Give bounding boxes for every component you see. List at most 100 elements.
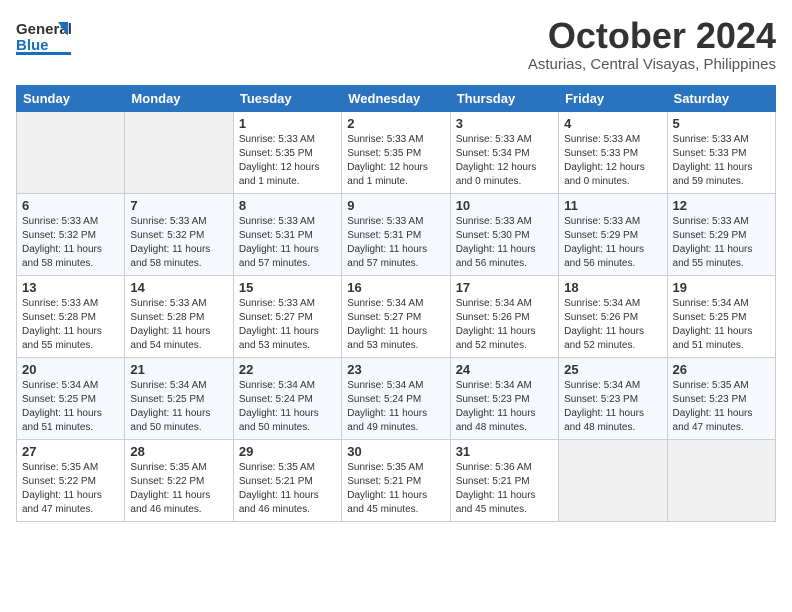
table-row: 19Sunrise: 5:34 AM Sunset: 5:25 PM Dayli… bbox=[667, 275, 775, 357]
day-number: 17 bbox=[456, 280, 553, 295]
calendar-table: Sunday Monday Tuesday Wednesday Thursday… bbox=[16, 85, 776, 522]
table-row: 6Sunrise: 5:33 AM Sunset: 5:32 PM Daylig… bbox=[17, 193, 125, 275]
day-number: 24 bbox=[456, 362, 553, 377]
day-number: 27 bbox=[22, 444, 119, 459]
table-row: 7 Sunrise: 5:33 AM Sunset: 5:32 PM Daylig… bbox=[125, 193, 233, 275]
table-row bbox=[667, 439, 775, 521]
day-number: 20 bbox=[22, 362, 119, 377]
col-monday: Monday bbox=[125, 85, 233, 111]
day-info: Sunrise: 5:33 AM Sunset: 5:35 PM Dayligh… bbox=[347, 133, 444, 189]
day-number: 2 bbox=[347, 116, 444, 131]
day-info: Sunrise: 5:34 AM Sunset: 5:27 PM Dayligh… bbox=[347, 297, 444, 353]
table-row: 11 Sunrise: 5:33 AM Sunset: 5:29 PM Dayli… bbox=[559, 193, 667, 275]
logo: General Blue bbox=[16, 16, 74, 60]
day-info: Sunrise: 5:33 AM Sunset: 5:33 PM Dayligh… bbox=[673, 133, 770, 189]
table-row: 1Sunrise: 5:33 AM Sunset: 5:35 PM Daylig… bbox=[233, 111, 341, 193]
table-row: 17 Sunrise: 5:34 AM Sunset: 5:26 PM Dayli… bbox=[450, 275, 558, 357]
day-info: Sunrise: 5:34 AM Sunset: 5:26 PM Dayligh… bbox=[564, 297, 661, 353]
day-info: Sunrise: 5:34 AM Sunset: 5:24 PM Dayligh… bbox=[239, 379, 336, 435]
col-thursday: Thursday bbox=[450, 85, 558, 111]
col-sunday: Sunday bbox=[17, 85, 125, 111]
table-row: 24 Sunrise: 5:34 AM Sunset: 5:23 PM Dayli… bbox=[450, 357, 558, 439]
day-number: 31 bbox=[456, 444, 553, 459]
table-row: 29 Sunrise: 5:35 AM Sunset: 5:21 PM Dayli… bbox=[233, 439, 341, 521]
svg-text:Blue: Blue bbox=[16, 37, 49, 54]
day-info: Sunrise: 5:34 AM Sunset: 5:23 PM Dayligh… bbox=[564, 379, 661, 435]
day-info: Sunrise: 5:35 AM Sunset: 5:22 PM Dayligh… bbox=[22, 461, 119, 517]
page-header: General Blue October 2024 Asturias, Cent… bbox=[16, 16, 776, 73]
day-info: Sunrise: 5:33 AM Sunset: 5:34 PM Dayligh… bbox=[456, 133, 553, 189]
table-row: 3 Sunrise: 5:33 AM Sunset: 5:34 PM Daylig… bbox=[450, 111, 558, 193]
calendar-header-row: Sunday Monday Tuesday Wednesday Thursday… bbox=[17, 85, 776, 111]
day-info: Sunrise: 5:33 AM Sunset: 5:32 PM Dayligh… bbox=[130, 215, 227, 271]
table-row: 30Sunrise: 5:35 AM Sunset: 5:21 PM Dayli… bbox=[342, 439, 450, 521]
day-info: Sunrise: 5:34 AM Sunset: 5:23 PM Dayligh… bbox=[456, 379, 553, 435]
table-row: 15 Sunrise: 5:33 AM Sunset: 5:27 PM Dayli… bbox=[233, 275, 341, 357]
table-row bbox=[125, 111, 233, 193]
day-number: 1 bbox=[239, 116, 336, 131]
day-number: 10 bbox=[456, 198, 553, 213]
day-info: Sunrise: 5:35 AM Sunset: 5:21 PM Dayligh… bbox=[239, 461, 336, 517]
day-number: 28 bbox=[130, 444, 227, 459]
table-row bbox=[559, 439, 667, 521]
table-row: 16Sunrise: 5:34 AM Sunset: 5:27 PM Dayli… bbox=[342, 275, 450, 357]
calendar-week-row: 6Sunrise: 5:33 AM Sunset: 5:32 PM Daylig… bbox=[17, 193, 776, 275]
day-number: 3 bbox=[456, 116, 553, 131]
day-number: 26 bbox=[673, 362, 770, 377]
location: Asturias, Central Visayas, Philippines bbox=[528, 56, 776, 73]
day-info: Sunrise: 5:33 AM Sunset: 5:33 PM Dayligh… bbox=[564, 133, 661, 189]
table-row: 5 Sunrise: 5:33 AM Sunset: 5:33 PM Daylig… bbox=[667, 111, 775, 193]
day-info: Sunrise: 5:35 AM Sunset: 5:23 PM Dayligh… bbox=[673, 379, 770, 435]
day-info: Sunrise: 5:33 AM Sunset: 5:28 PM Dayligh… bbox=[130, 297, 227, 353]
day-number: 8 bbox=[239, 198, 336, 213]
day-number: 30 bbox=[347, 444, 444, 459]
day-number: 7 bbox=[130, 198, 227, 213]
table-row: 20Sunrise: 5:34 AM Sunset: 5:25 PM Dayli… bbox=[17, 357, 125, 439]
table-row: 18Sunrise: 5:34 AM Sunset: 5:26 PM Dayli… bbox=[559, 275, 667, 357]
table-row: 14 Sunrise: 5:33 AM Sunset: 5:28 PM Dayli… bbox=[125, 275, 233, 357]
day-number: 12 bbox=[673, 198, 770, 213]
col-friday: Friday bbox=[559, 85, 667, 111]
table-row: 31Sunrise: 5:36 AM Sunset: 5:21 PM Dayli… bbox=[450, 439, 558, 521]
day-info: Sunrise: 5:34 AM Sunset: 5:24 PM Dayligh… bbox=[347, 379, 444, 435]
table-row: 12 Sunrise: 5:33 AM Sunset: 5:29 PM Dayli… bbox=[667, 193, 775, 275]
col-saturday: Saturday bbox=[667, 85, 775, 111]
day-number: 22 bbox=[239, 362, 336, 377]
table-row bbox=[17, 111, 125, 193]
day-number: 25 bbox=[564, 362, 661, 377]
table-row: 27 Sunrise: 5:35 AM Sunset: 5:22 PM Dayli… bbox=[17, 439, 125, 521]
day-number: 14 bbox=[130, 280, 227, 295]
day-info: Sunrise: 5:33 AM Sunset: 5:29 PM Dayligh… bbox=[564, 215, 661, 271]
table-row: 2 Sunrise: 5:33 AM Sunset: 5:35 PM Daylig… bbox=[342, 111, 450, 193]
col-tuesday: Tuesday bbox=[233, 85, 341, 111]
day-number: 29 bbox=[239, 444, 336, 459]
month-year: October 2024 bbox=[528, 16, 776, 56]
day-info: Sunrise: 5:33 AM Sunset: 5:31 PM Dayligh… bbox=[239, 215, 336, 271]
day-info: Sunrise: 5:33 AM Sunset: 5:31 PM Dayligh… bbox=[347, 215, 444, 271]
calendar-week-row: 20 Sunrise: 5:34 AM Sunset: 5:25 PM Dayli… bbox=[17, 357, 776, 439]
table-row: 25 Sunrise: 5:34 AM Sunset: 5:23 PM Dayli… bbox=[559, 357, 667, 439]
day-info: Sunrise: 5:34 AM Sunset: 5:25 PM Dayligh… bbox=[130, 379, 227, 435]
day-number: 13 bbox=[22, 280, 119, 295]
day-number: 4 bbox=[564, 116, 661, 131]
day-info: Sunrise: 5:35 AM Sunset: 5:22 PM Dayligh… bbox=[130, 461, 227, 517]
logo-icon: General Blue bbox=[16, 16, 74, 60]
calendar-week-row: 27 Sunrise: 5:35 AM Sunset: 5:22 PM Dayli… bbox=[17, 439, 776, 521]
day-info: Sunrise: 5:33 AM Sunset: 5:32 PM Dayligh… bbox=[22, 215, 119, 271]
day-number: 23 bbox=[347, 362, 444, 377]
table-row: 10 Sunrise: 5:33 AM Sunset: 5:30 PM Dayli… bbox=[450, 193, 558, 275]
day-info: Sunrise: 5:34 AM Sunset: 5:26 PM Dayligh… bbox=[456, 297, 553, 353]
day-info: Sunrise: 5:33 AM Sunset: 5:27 PM Dayligh… bbox=[239, 297, 336, 353]
day-info: Sunrise: 5:33 AM Sunset: 5:30 PM Dayligh… bbox=[456, 215, 553, 271]
day-number: 11 bbox=[564, 198, 661, 213]
day-number: 9 bbox=[347, 198, 444, 213]
table-row: 23 Sunrise: 5:34 AM Sunset: 5:24 PM Dayli… bbox=[342, 357, 450, 439]
table-row: 28 Sunrise: 5:35 AM Sunset: 5:22 PM Dayli… bbox=[125, 439, 233, 521]
day-info: Sunrise: 5:33 AM Sunset: 5:29 PM Dayligh… bbox=[673, 215, 770, 271]
day-number: 5 bbox=[673, 116, 770, 131]
day-info: Sunrise: 5:34 AM Sunset: 5:25 PM Dayligh… bbox=[673, 297, 770, 353]
table-row: 4 Sunrise: 5:33 AM Sunset: 5:33 PM Daylig… bbox=[559, 111, 667, 193]
calendar-week-row: 1 Sunrise: 5:33 AM Sunset: 5:35 PM Daylig… bbox=[17, 111, 776, 193]
day-number: 15 bbox=[239, 280, 336, 295]
table-row: 13Sunrise: 5:33 AM Sunset: 5:28 PM Dayli… bbox=[17, 275, 125, 357]
